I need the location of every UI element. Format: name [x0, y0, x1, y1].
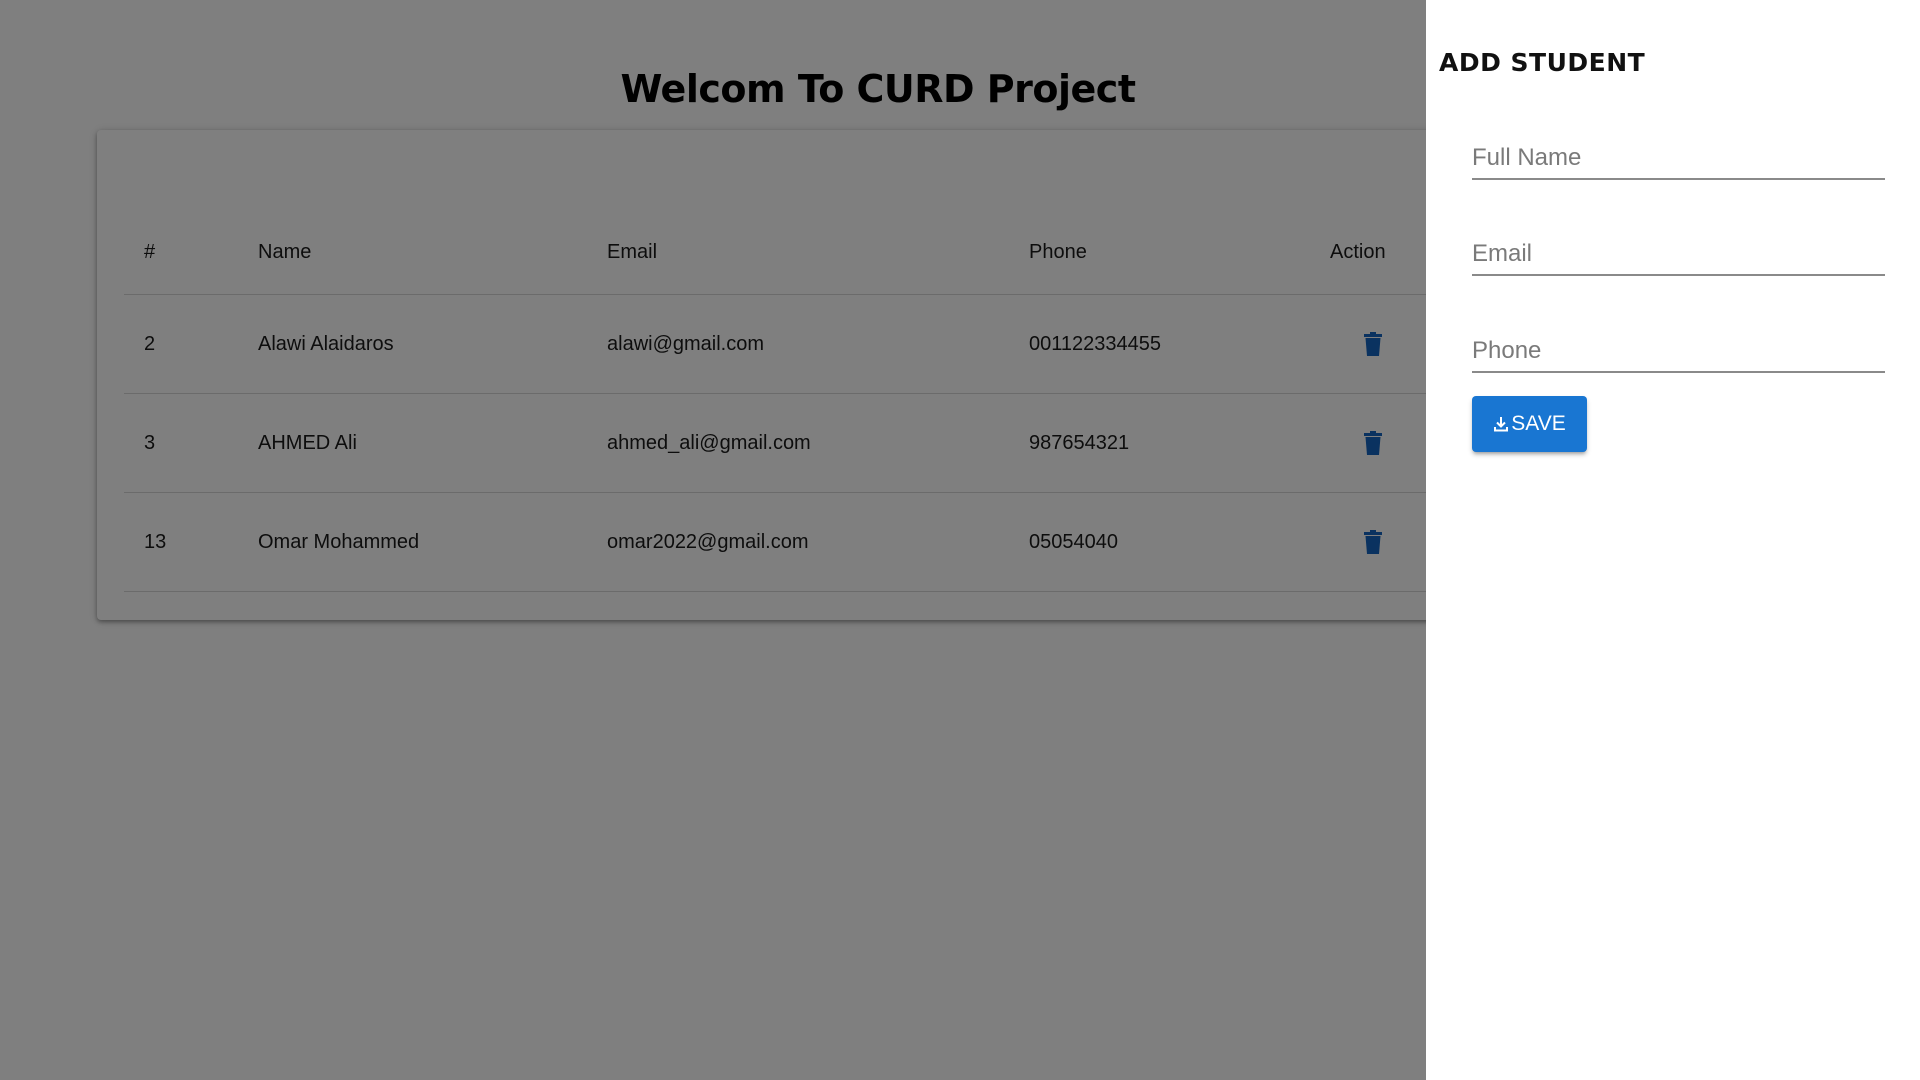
drawer-title: ADD STUDENT	[1439, 48, 1646, 77]
download-icon	[1494, 417, 1509, 432]
full-name-input[interactable]	[1472, 138, 1885, 180]
add-student-drawer: ADD STUDENT SAVE	[1426, 0, 1920, 1080]
save-button[interactable]: SAVE	[1472, 396, 1587, 452]
phone-input[interactable]	[1472, 331, 1885, 373]
email-input[interactable]	[1472, 234, 1885, 276]
save-button-label: SAVE	[1511, 412, 1566, 435]
